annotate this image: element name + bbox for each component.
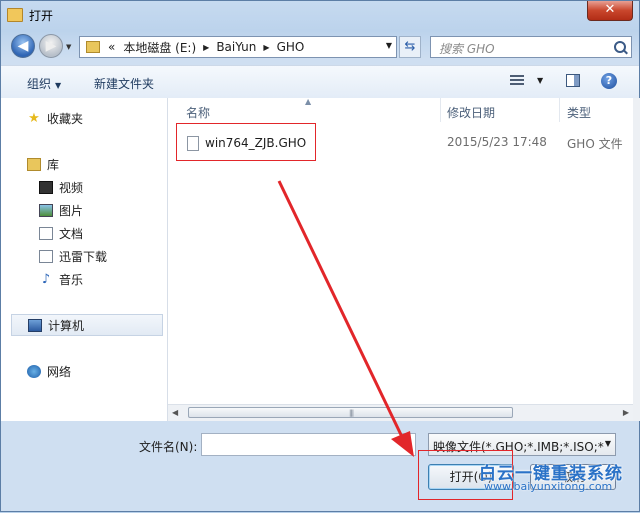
scrollbar-thumb[interactable]: |||: [188, 407, 513, 418]
breadcrumb-gho[interactable]: GHO: [273, 40, 309, 54]
file-highlight-box: [176, 123, 316, 161]
document-icon: [39, 226, 53, 240]
sidebar-item-favorites[interactable]: ★ 收藏夹: [27, 109, 83, 127]
sidebar-item-label: 网络: [47, 364, 72, 379]
star-icon: ★: [28, 110, 40, 126]
open-file-dialog: 打开 ✕ ◀ ▶ ▼ « 本地磁盘 (E:) ▶ BaiYun ▶ GHO ▼ …: [0, 0, 640, 512]
column-divider[interactable]: [559, 98, 560, 122]
sidebar-item-downloads[interactable]: 迅雷下载: [39, 247, 107, 265]
video-icon: [39, 180, 53, 194]
sidebar-item-label: 收藏夹: [47, 111, 84, 126]
sidebar-item-library[interactable]: 库: [27, 155, 59, 173]
chevron-down-icon[interactable]: ▼: [405, 439, 411, 448]
column-header-modified[interactable]: 修改日期: [447, 104, 495, 121]
folder-icon: [86, 41, 100, 53]
filename-label: 文件名(N):: [139, 440, 198, 454]
refresh-button[interactable]: ⇆: [399, 36, 421, 58]
search-input[interactable]: 搜索 GHO: [430, 36, 632, 58]
forward-button[interactable]: ▶: [39, 34, 63, 58]
sidebar-item-music[interactable]: ♪ 音乐: [39, 270, 83, 288]
watermark-url: www.baiyunxitong.com: [484, 480, 613, 493]
breadcrumb-baiyun[interactable]: BaiYun: [212, 40, 260, 54]
filename-input[interactable]: ▼: [201, 433, 416, 456]
picture-icon: [39, 203, 53, 217]
chevron-down-icon: ▼: [55, 81, 62, 90]
chevron-right-icon[interactable]: ▶: [200, 43, 212, 52]
close-button[interactable]: ✕: [587, 1, 633, 21]
scroll-right-icon[interactable]: ▶: [623, 408, 629, 417]
new-folder-button[interactable]: 新建文件夹: [94, 75, 154, 92]
navigation-bar: ◀ ▶ ▼ « 本地磁盘 (E:) ▶ BaiYun ▶ GHO ▼ ⇆ 搜索 …: [1, 31, 639, 63]
help-icon[interactable]: ?: [601, 73, 617, 89]
sidebar-item-documents[interactable]: 文档: [39, 224, 83, 242]
address-bar[interactable]: « 本地磁盘 (E:) ▶ BaiYun ▶ GHO ▼: [79, 36, 397, 58]
sidebar-item-label: 图片: [59, 203, 84, 218]
music-note-icon: ♪: [41, 271, 51, 287]
sidebar-item-label: 视频: [59, 180, 84, 195]
computer-icon: [28, 318, 42, 332]
chevron-down-icon[interactable]: ▼: [386, 41, 392, 50]
library-icon: [27, 157, 41, 171]
view-list-icon[interactable]: [510, 75, 524, 87]
file-type: GHO 文件: [567, 137, 623, 151]
column-divider[interactable]: [440, 98, 441, 122]
breadcrumb-drive[interactable]: 本地磁盘 (E:): [119, 39, 200, 56]
search-placeholder: 搜索 GHO: [439, 42, 495, 56]
window-title: 打开: [29, 9, 54, 23]
vertical-scrollbar[interactable]: [633, 98, 640, 421]
column-header-name[interactable]: 名称: [186, 104, 210, 121]
sidebar-item-computer[interactable]: 计算机: [11, 314, 163, 336]
folder-icon: [7, 8, 23, 22]
organize-label: 组织: [27, 77, 52, 91]
sidebar-item-pictures[interactable]: 图片: [39, 201, 83, 219]
sort-up-icon: ▲: [305, 97, 312, 106]
sidebar-item-label: 迅雷下载: [59, 249, 108, 264]
organize-menu[interactable]: 组织 ▼: [27, 75, 61, 92]
preview-pane-icon[interactable]: [566, 74, 580, 87]
path-overflow[interactable]: «: [104, 40, 119, 54]
scroll-left-icon[interactable]: ◀: [172, 408, 178, 417]
horizontal-scrollbar[interactable]: ◀ ||| ▶: [168, 404, 633, 421]
sidebar-item-label: 文档: [59, 226, 84, 241]
command-toolbar: 组织 ▼ 新建文件夹 ▼ ?: [1, 65, 639, 99]
chevron-right-icon[interactable]: ▶: [260, 43, 272, 52]
grip-icon: |||: [349, 409, 354, 417]
download-icon: [39, 249, 53, 263]
chevron-down-icon: ▼: [604, 439, 611, 448]
sidebar-item-videos[interactable]: 视频: [39, 178, 83, 196]
column-header-type[interactable]: 类型: [567, 104, 591, 121]
navigation-pane: ★ 收藏夹 库 视频 图片 文档 迅雷下载 ♪ 音乐 计算机 网络: [1, 98, 168, 421]
chevron-down-icon[interactable]: ▼: [537, 76, 543, 85]
search-icon[interactable]: [614, 41, 626, 53]
file-modified: 2015/5/23 17:48: [447, 135, 547, 149]
recent-pages-dropdown[interactable]: ▼: [66, 43, 71, 51]
sidebar-item-label: 计算机: [48, 318, 85, 333]
sidebar-item-label: 音乐: [59, 272, 84, 287]
title-bar[interactable]: 打开 ✕: [1, 1, 639, 29]
sidebar-item-label: 库: [47, 157, 60, 172]
sidebar-item-network[interactable]: 网络: [27, 362, 71, 380]
network-icon: [27, 364, 41, 378]
back-button[interactable]: ◀: [11, 34, 35, 58]
